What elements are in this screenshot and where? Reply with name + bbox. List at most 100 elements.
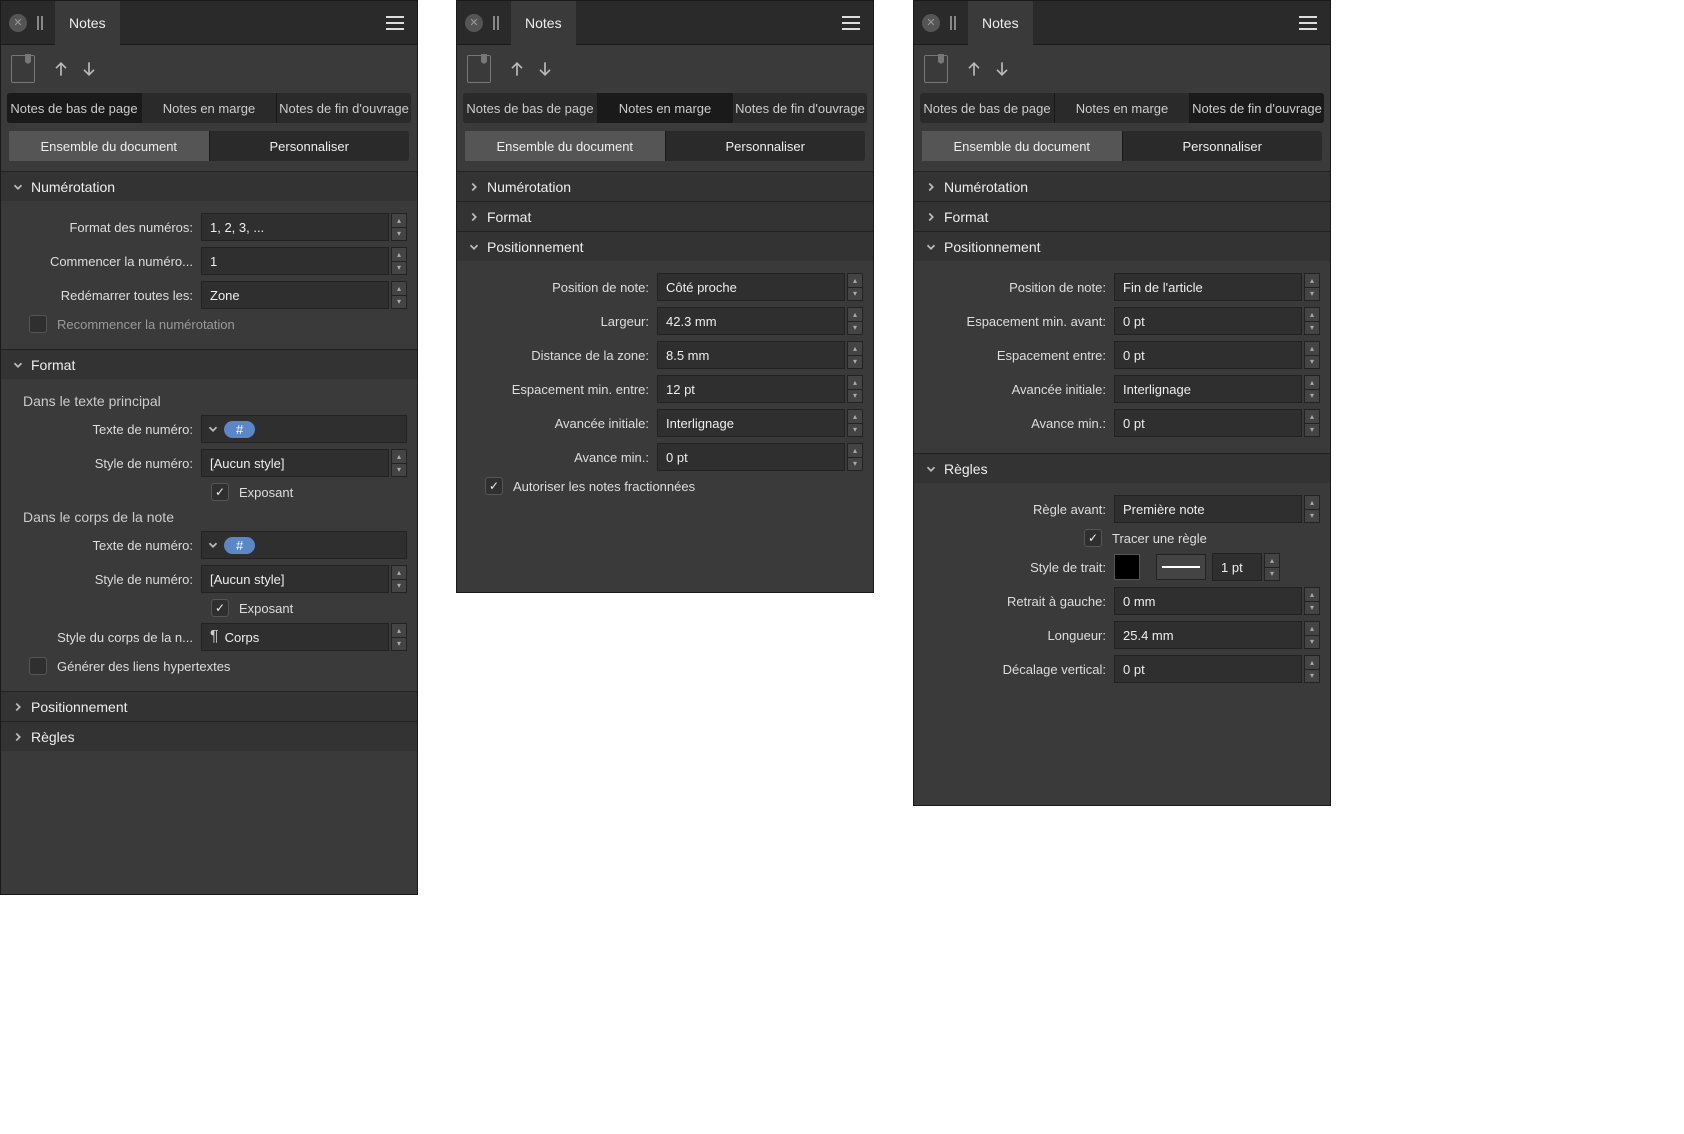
checkbox-tracer[interactable] bbox=[1084, 529, 1102, 547]
scope-custom[interactable]: Personnaliser bbox=[210, 131, 410, 161]
select-avancee[interactable]: Interlignage bbox=[657, 409, 845, 437]
section-positionnement[interactable]: Positionnement bbox=[914, 231, 1330, 261]
checkbox-hyperliens[interactable] bbox=[29, 657, 47, 675]
move-down-icon[interactable] bbox=[79, 59, 99, 79]
stepper-icon[interactable]: ▴▾ bbox=[847, 341, 863, 369]
scope-whole-doc[interactable]: Ensemble du document bbox=[9, 131, 210, 161]
tab-endnotes[interactable]: Notes de fin d'ouvrage bbox=[1190, 93, 1324, 123]
input-avance-min[interactable]: 0 pt bbox=[657, 443, 845, 471]
tab-margin-notes[interactable]: Notes en marge bbox=[598, 93, 733, 123]
input-texte-numero-body[interactable]: # bbox=[201, 531, 407, 559]
grip-icon[interactable] bbox=[489, 14, 503, 32]
checkbox-exposant-body[interactable] bbox=[211, 599, 229, 617]
stepper-icon[interactable]: ▴▾ bbox=[847, 409, 863, 437]
select-style-numero-main[interactable]: [Aucun style] bbox=[201, 449, 389, 477]
stroke-style-swatch[interactable] bbox=[1156, 554, 1206, 580]
tab-endnotes[interactable]: Notes de fin d'ouvrage bbox=[277, 93, 411, 123]
tab-endnotes[interactable]: Notes de fin d'ouvrage bbox=[733, 93, 867, 123]
select-avancee[interactable]: Interlignage bbox=[1114, 375, 1302, 403]
stepper-icon[interactable]: ▴▾ bbox=[847, 375, 863, 403]
menu-icon[interactable] bbox=[1296, 11, 1320, 35]
tab-margin-notes[interactable]: Notes en marge bbox=[142, 93, 277, 123]
input-stroke-weight[interactable]: 1 pt bbox=[1212, 553, 1262, 581]
select-format-numeros[interactable]: 1, 2, 3, ... bbox=[201, 213, 389, 241]
input-esp-avant[interactable]: 0 pt bbox=[1114, 307, 1302, 335]
section-positionnement[interactable]: Positionnement bbox=[1, 691, 417, 721]
tab-footnotes[interactable]: Notes de bas de page bbox=[463, 93, 598, 123]
tab-footnotes[interactable]: Notes de bas de page bbox=[920, 93, 1055, 123]
section-numerotation[interactable]: Numérotation bbox=[914, 171, 1330, 201]
stepper-icon[interactable]: ▴▾ bbox=[1304, 587, 1320, 615]
close-icon[interactable]: ✕ bbox=[922, 14, 940, 32]
stepper-icon[interactable]: ▴▾ bbox=[391, 213, 407, 241]
stepper-icon[interactable]: ▴▾ bbox=[1304, 307, 1320, 335]
input-start-number[interactable]: 1 bbox=[201, 247, 389, 275]
input-distance[interactable]: 8.5 mm bbox=[657, 341, 845, 369]
menu-icon[interactable] bbox=[839, 11, 863, 35]
move-down-icon[interactable] bbox=[535, 59, 555, 79]
select-redemarrer[interactable]: Zone bbox=[201, 281, 389, 309]
select-style-corps[interactable]: ¶Corps bbox=[201, 623, 389, 651]
stepper-icon[interactable]: ▴▾ bbox=[847, 443, 863, 471]
input-largeur[interactable]: 42.3 mm bbox=[657, 307, 845, 335]
grip-icon[interactable] bbox=[33, 14, 47, 32]
stepper-icon[interactable]: ▴▾ bbox=[1304, 409, 1320, 437]
input-decalage[interactable]: 0 pt bbox=[1114, 655, 1302, 683]
new-note-icon[interactable] bbox=[924, 55, 948, 83]
section-format[interactable]: Format bbox=[457, 201, 873, 231]
stepper-icon[interactable]: ▴▾ bbox=[1304, 621, 1320, 649]
stepper-icon[interactable]: ▴▾ bbox=[847, 307, 863, 335]
stepper-icon[interactable]: ▴▾ bbox=[1264, 553, 1280, 581]
input-esp-entre[interactable]: 0 pt bbox=[1114, 341, 1302, 369]
move-up-icon[interactable] bbox=[507, 59, 527, 79]
panel-tab[interactable]: Notes bbox=[55, 1, 120, 45]
select-regle-avant[interactable]: Première note bbox=[1114, 495, 1302, 523]
new-note-icon[interactable] bbox=[467, 55, 491, 83]
section-regles[interactable]: Règles bbox=[914, 453, 1330, 483]
tab-footnotes[interactable]: Notes de bas de page bbox=[7, 93, 142, 123]
stepper-icon[interactable]: ▴▾ bbox=[1304, 273, 1320, 301]
color-swatch[interactable] bbox=[1114, 554, 1140, 580]
section-regles[interactable]: Règles bbox=[1, 721, 417, 751]
close-icon[interactable]: ✕ bbox=[465, 14, 483, 32]
stepper-icon[interactable]: ▴▾ bbox=[1304, 655, 1320, 683]
grip-icon[interactable] bbox=[946, 14, 960, 32]
section-format[interactable]: Format bbox=[1, 349, 417, 379]
section-format[interactable]: Format bbox=[914, 201, 1330, 231]
input-avance-min[interactable]: 0 pt bbox=[1114, 409, 1302, 437]
tab-margin-notes[interactable]: Notes en marge bbox=[1055, 93, 1190, 123]
input-retrait[interactable]: 0 mm bbox=[1114, 587, 1302, 615]
stepper-icon[interactable]: ▴▾ bbox=[1304, 495, 1320, 523]
new-note-icon[interactable] bbox=[11, 55, 35, 83]
scope-whole-doc[interactable]: Ensemble du document bbox=[922, 131, 1123, 161]
scope-custom[interactable]: Personnaliser bbox=[666, 131, 866, 161]
select-style-numero-body[interactable]: [Aucun style] bbox=[201, 565, 389, 593]
input-texte-numero-main[interactable]: # bbox=[201, 415, 407, 443]
select-position[interactable]: Côté proche bbox=[657, 273, 845, 301]
stepper-icon[interactable]: ▴▾ bbox=[847, 273, 863, 301]
checkbox-recommencer[interactable] bbox=[29, 315, 47, 333]
move-up-icon[interactable] bbox=[964, 59, 984, 79]
move-down-icon[interactable] bbox=[992, 59, 1012, 79]
move-up-icon[interactable] bbox=[51, 59, 71, 79]
stepper-icon[interactable]: ▴▾ bbox=[391, 623, 407, 651]
scope-custom[interactable]: Personnaliser bbox=[1123, 131, 1323, 161]
input-espacement[interactable]: 12 pt bbox=[657, 375, 845, 403]
section-numerotation[interactable]: Numérotation bbox=[1, 171, 417, 201]
select-position[interactable]: Fin de l'article bbox=[1114, 273, 1302, 301]
stepper-icon[interactable]: ▴▾ bbox=[391, 247, 407, 275]
stepper-icon[interactable]: ▴▾ bbox=[391, 565, 407, 593]
section-positionnement[interactable]: Positionnement bbox=[457, 231, 873, 261]
close-icon[interactable]: ✕ bbox=[9, 14, 27, 32]
input-longueur[interactable]: 25.4 mm bbox=[1114, 621, 1302, 649]
section-numerotation[interactable]: Numérotation bbox=[457, 171, 873, 201]
checkbox-exposant-main[interactable] bbox=[211, 483, 229, 501]
panel-tab[interactable]: Notes bbox=[511, 1, 576, 45]
checkbox-fractionnees[interactable] bbox=[485, 477, 503, 495]
stepper-icon[interactable]: ▴▾ bbox=[1304, 375, 1320, 403]
stepper-icon[interactable]: ▴▾ bbox=[1304, 341, 1320, 369]
menu-icon[interactable] bbox=[383, 11, 407, 35]
panel-tab[interactable]: Notes bbox=[968, 1, 1033, 45]
stepper-icon[interactable]: ▴▾ bbox=[391, 281, 407, 309]
scope-whole-doc[interactable]: Ensemble du document bbox=[465, 131, 666, 161]
